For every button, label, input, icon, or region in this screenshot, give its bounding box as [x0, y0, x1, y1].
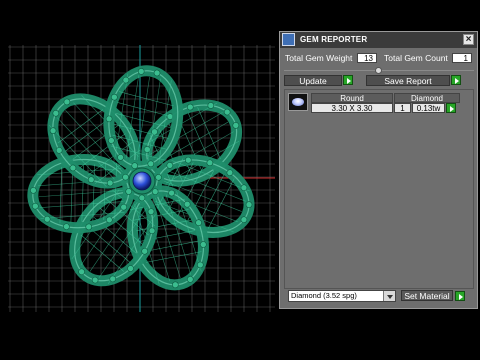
center-gem: [132, 171, 152, 191]
save-report-go-icon[interactable]: [451, 75, 461, 85]
accent-bead: [30, 187, 37, 194]
round-gem-thumbnail-icon: [288, 93, 308, 111]
gem-size-value: 3.30 X 3.30: [311, 103, 393, 113]
total-gem-weight-value: 13: [357, 53, 377, 63]
3d-viewport[interactable]: [8, 45, 275, 312]
total-gem-count-value: 1: [452, 53, 472, 63]
gem-weight-value: 0.13tw: [412, 103, 445, 113]
material-select-value: Diamond (3.52 spg): [291, 291, 357, 300]
set-material-go-icon[interactable]: [455, 291, 465, 301]
update-button[interactable]: Update: [284, 75, 342, 86]
gem-count-value: 1: [394, 103, 411, 113]
accent-bead: [106, 216, 113, 224]
gem-material-header: Diamond: [394, 93, 460, 103]
accent-bead: [43, 215, 51, 223]
flower-pendant-render: [8, 45, 275, 312]
set-material-button[interactable]: Set Material: [401, 290, 453, 301]
gem-row-go-icon[interactable]: [446, 103, 456, 113]
save-report-button[interactable]: Save Report: [366, 75, 450, 86]
update-go-icon[interactable]: [343, 75, 353, 85]
total-gem-weight-label: Total Gem Weight: [285, 53, 353, 63]
panel-titlebar: GEM REPORTER ×: [280, 32, 477, 48]
accent-bead: [85, 223, 93, 231]
slider-handle[interactable]: [375, 67, 382, 74]
gem-list: Round 3.30 X 3.30 Diamond 1 0.13tw: [284, 89, 474, 289]
gem-shape-header: Round: [311, 93, 393, 103]
total-gem-count-label: Total Gem Count: [384, 53, 448, 63]
accent-bead: [120, 203, 127, 211]
accent-bead: [32, 202, 39, 210]
panel-title: GEM REPORTER: [300, 35, 368, 44]
close-icon[interactable]: ×: [463, 34, 474, 45]
accent-bead: [63, 223, 70, 230]
accent-bead: [125, 188, 133, 195]
gem-reporter-app-icon: [282, 33, 295, 46]
material-select[interactable]: Diamond (3.52 spg): [288, 290, 396, 302]
gem-reporter-panel: GEM REPORTER × Total Gem Weight 13 Total…: [279, 31, 478, 309]
chevron-down-icon[interactable]: [383, 291, 395, 301]
